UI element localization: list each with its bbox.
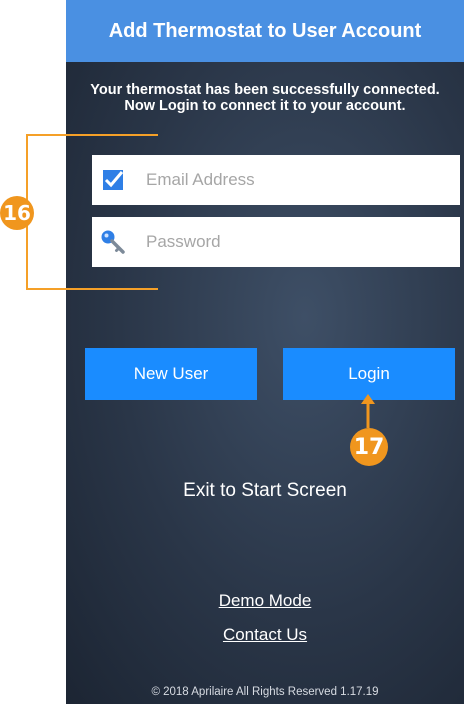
page-title: Add Thermostat to User Account [66, 0, 464, 62]
new-user-label: New User [133, 364, 209, 383]
exit-label: Exit to Start Screen [183, 480, 347, 501]
copyright-text: © 2018 Aprilaire All Rights Reserved 1.1… [151, 686, 379, 698]
page-title-text: Add Thermostat to User Account [108, 19, 422, 42]
login-button[interactable]: Login [283, 348, 455, 400]
demo-mode-link[interactable]: Demo Mode [66, 591, 464, 611]
contact-us-link[interactable]: Contact Us [66, 625, 464, 645]
email-placeholder: Email Address [146, 170, 255, 189]
status-message-line-2: Now Login to connect it to your account. [124, 98, 406, 114]
app-screen: Add Thermostat to User Account Your ther… [66, 0, 464, 704]
demo-mode-label: Demo Mode [218, 591, 312, 610]
status-message: Your thermostat has been successfully co… [66, 82, 464, 114]
status-message-line-1: Your thermostat has been successfully co… [90, 82, 440, 98]
fields-bracket [26, 134, 158, 290]
callout-fields: 16 [0, 196, 34, 230]
copyright-footer: © 2018 Aprilaire All Rights Reserved 1.1… [66, 686, 464, 698]
login-arrow [361, 394, 375, 428]
contact-us-label: Contact Us [222, 625, 308, 644]
exit-to-start-button[interactable]: Exit to Start Screen [66, 480, 464, 502]
callout-login-number: 17 [353, 434, 385, 460]
callout-fields-number: 16 [3, 201, 31, 225]
new-user-button[interactable]: New User [85, 348, 257, 400]
login-label: Login [348, 364, 390, 383]
callout-login: 17 [350, 428, 388, 466]
